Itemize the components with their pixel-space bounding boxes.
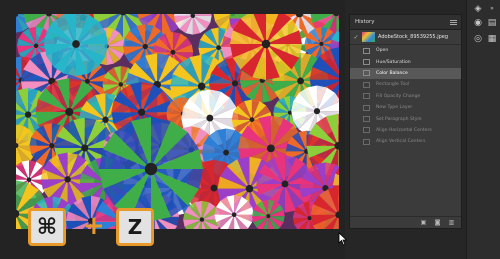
history-state-icon [363,47,370,54]
history-state[interactable]: New Type Layer [350,102,461,113]
history-state[interactable]: Hue/Saturation [350,56,461,67]
history-state[interactable]: Align Horizontal Centers [350,125,461,136]
history-state-icon [363,70,370,77]
history-state-icon [363,59,370,66]
command-key: ⌘ [28,208,66,246]
history-state-icon [363,138,370,145]
panel-title[interactable]: History [355,19,375,25]
layers-icon[interactable]: ◈ [473,4,483,14]
canvas-area[interactable]: ⌘ + Z [0,0,348,259]
history-brush-icon[interactable]: ✓ [350,34,362,41]
z-key: Z [116,208,154,246]
history-state-label: Open [376,48,389,54]
properties-icon[interactable]: ▦ [487,34,497,44]
history-state-icon [363,93,370,100]
new-document-from-state-icon[interactable]: ▣ [420,219,427,226]
camera-icon[interactable]: ◙ [434,219,441,226]
panel-footer: ▣ ◙ ▥ [350,216,461,228]
plus-sign: + [83,211,105,241]
history-panel: History ✓ AdobeStock_89539255.jpeg Open H… [349,14,462,229]
paper-rosettes-photo [16,14,339,229]
history-state-icon [363,104,370,111]
history-state-label: New Type Layer [376,105,413,111]
z-key-label: Z [127,215,143,239]
history-state[interactable]: Align Vertical Centers [350,136,461,147]
trash-icon[interactable]: ▥ [448,219,455,226]
collapse-icon[interactable]: » [487,4,497,14]
command-key-label: ⌘ [36,214,58,240]
history-state-icon [363,127,370,134]
history-icon[interactable]: ▤ [487,18,497,28]
history-state[interactable]: Open [350,45,461,56]
history-state-label: Color Balance [376,70,408,76]
history-state[interactable]: Set Paragraph Style [350,113,461,124]
history-states-list: Open Hue/Saturation Color Balance Rectangle… [350,45,461,148]
history-state[interactable]: Color Balance [350,67,461,80]
history-state-icon [363,81,370,88]
history-state-label: Rectangle Tool [376,82,410,88]
mouse-cursor-icon [338,232,348,246]
history-state-label: Align Vertical Centers [376,139,426,145]
snapshot-thumbnail [362,32,375,42]
snapshot-label: AdobeStock_89539255.jpeg [378,34,449,40]
history-state[interactable]: Fill Opacity Change [350,91,461,102]
snapshot-row[interactable]: ✓ AdobeStock_89539255.jpeg [350,30,461,45]
history-state[interactable]: Rectangle Tool [350,79,461,90]
channels-icon[interactable]: ◉ [473,18,483,28]
paths-icon[interactable]: ◎ [473,34,483,44]
history-state-label: Hue/Saturation [376,59,411,65]
history-state-label: Align Horizontal Centers [376,127,432,133]
right-panel-dock: ◈ » ◉ ▤ ◎ ▦ [466,0,500,259]
document-image[interactable] [16,14,339,229]
history-state-label: Fill Opacity Change [376,93,421,99]
panel-header: History [350,15,461,30]
hamburger-menu-icon[interactable] [450,19,457,25]
photoshop-window: ⌘ + Z History ✓ AdobeStock_89539255.jpeg… [0,0,500,259]
history-state-icon [363,116,370,123]
history-state-label: Set Paragraph Style [376,116,422,122]
